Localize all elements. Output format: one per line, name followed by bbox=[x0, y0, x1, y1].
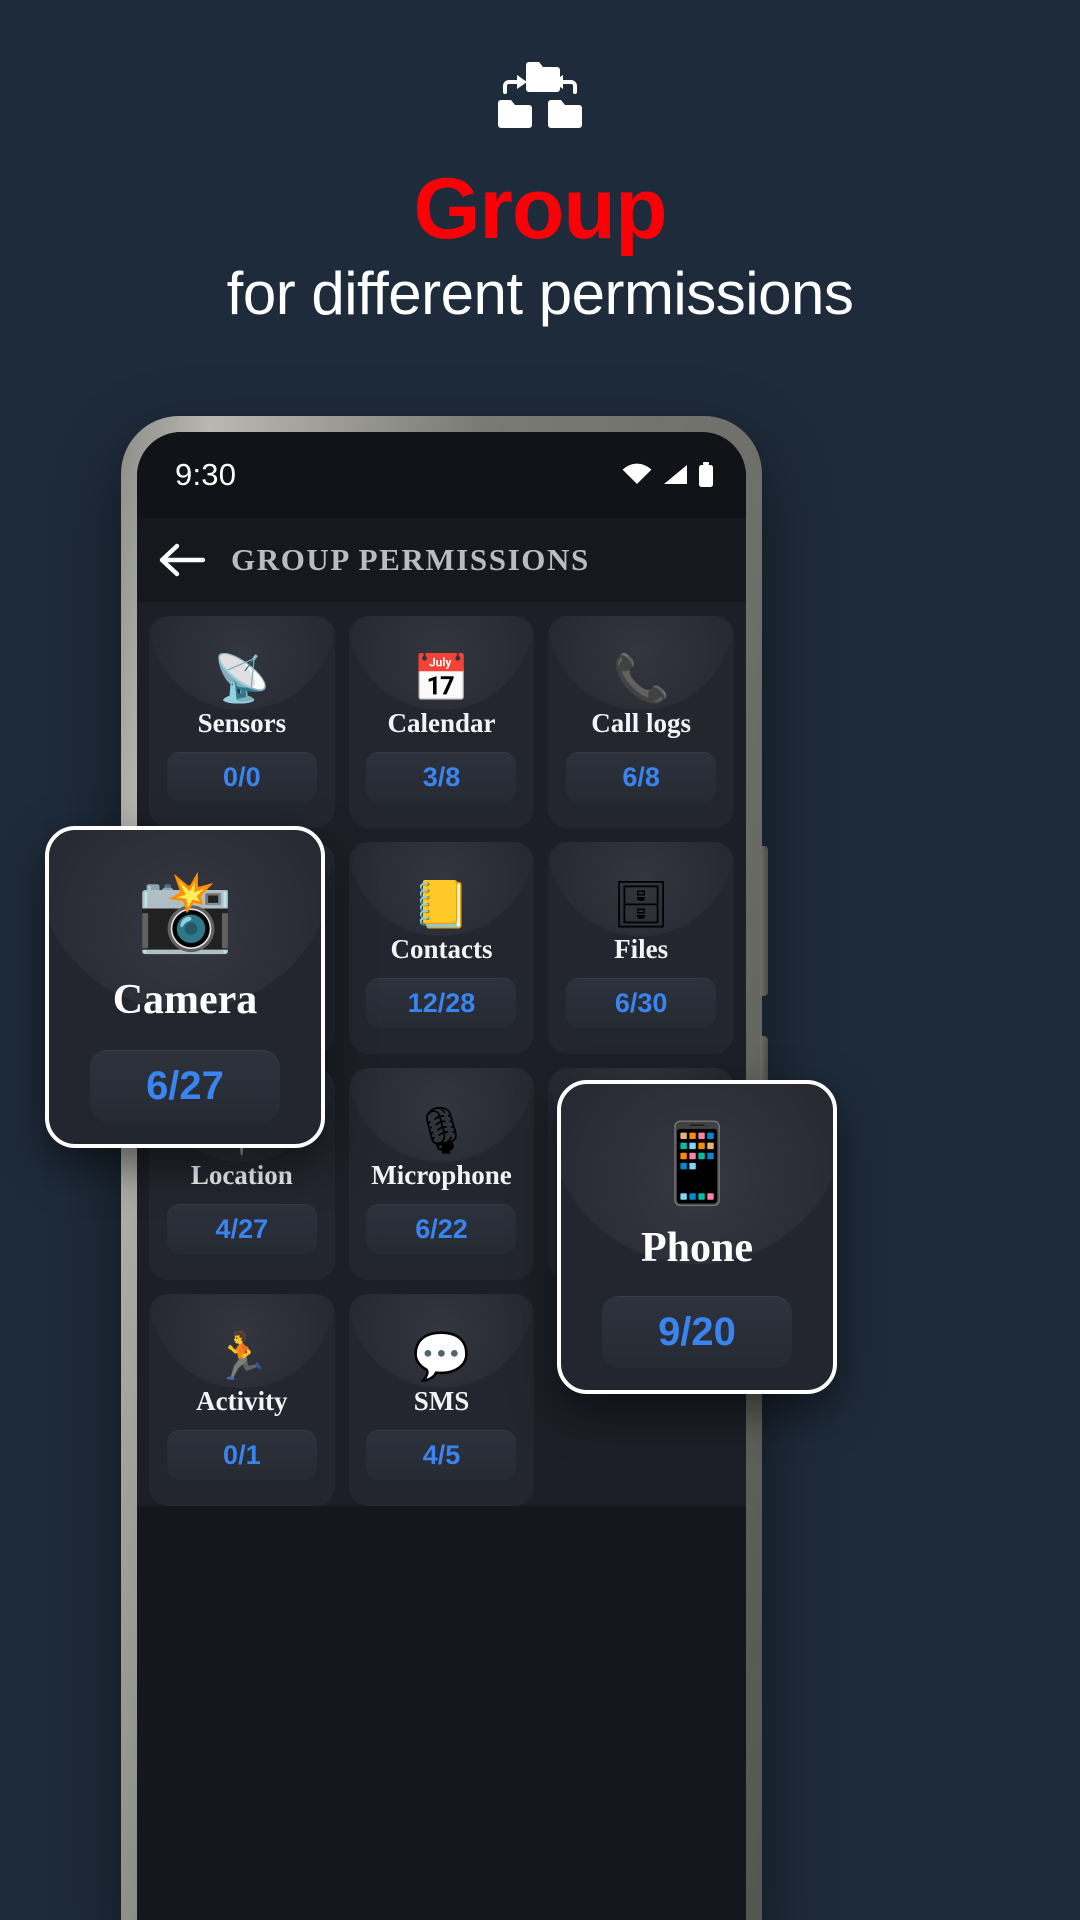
callout-label: Camera bbox=[112, 977, 258, 1023]
callout-label: Phone bbox=[640, 1225, 753, 1271]
status-bar: 9:30 bbox=[137, 432, 746, 518]
tile-count-badge[interactable]: 4/27 bbox=[166, 1204, 317, 1254]
tile-count-badge[interactable]: 6/22 bbox=[366, 1204, 517, 1254]
status-clock: 9:30 bbox=[175, 457, 237, 492]
phone-icon: 📱 bbox=[648, 1119, 746, 1207]
permission-tile[interactable]: 💬 SMS 4/5 bbox=[348, 1294, 535, 1506]
page-subtitle: for different permissions bbox=[226, 260, 854, 327]
camera-icon: 📸 bbox=[136, 867, 234, 955]
permission-tile[interactable]: 🎙 Microphone 6/22 bbox=[348, 1068, 535, 1280]
call-logs-icon: 📞 bbox=[612, 652, 670, 704]
app-bar: GROUP PERMISSIONS bbox=[137, 518, 746, 602]
calendar-icon: 📅 bbox=[412, 652, 471, 704]
tile-count-badge[interactable]: 6/30 bbox=[566, 978, 717, 1028]
permission-tile[interactable]: 📒 Contacts 12/28 bbox=[348, 842, 535, 1054]
status-icons bbox=[622, 462, 714, 488]
tile-label: SMS bbox=[413, 1386, 470, 1416]
tile-label: Location bbox=[190, 1160, 293, 1190]
permission-tile[interactable]: 📅 Calendar 3/8 bbox=[348, 616, 535, 828]
phone-volume-button bbox=[760, 846, 768, 996]
tile-label: Sensors bbox=[197, 708, 287, 738]
tile-label: Calendar bbox=[387, 708, 496, 738]
permission-tile[interactable]: 🗄 Files 6/30 bbox=[548, 842, 734, 1054]
sms-icon: 💬 bbox=[412, 1330, 471, 1382]
app-bar-title: GROUP PERMISSIONS bbox=[231, 542, 590, 577]
signal-icon bbox=[664, 465, 687, 484]
tile-count-badge[interactable]: 12/28 bbox=[366, 978, 517, 1028]
tile-label: Call logs bbox=[591, 708, 692, 738]
battery-icon bbox=[699, 462, 713, 487]
page-title: Group bbox=[413, 161, 668, 257]
callout-count-badge[interactable]: 9/20 bbox=[602, 1296, 792, 1368]
tile-label: Files bbox=[614, 934, 669, 964]
wifi-icon bbox=[622, 463, 652, 484]
sensors-icon: 📡 bbox=[213, 652, 271, 704]
tile-label: Microphone bbox=[371, 1160, 512, 1190]
tile-label: Activity bbox=[196, 1386, 288, 1416]
contacts-icon: 📒 bbox=[412, 878, 471, 930]
activity-icon: 🏃 bbox=[213, 1330, 271, 1382]
callout-count-badge[interactable]: 6/27 bbox=[90, 1050, 280, 1122]
microphone-icon: 🎙 bbox=[412, 1104, 471, 1156]
tile-count-badge[interactable]: 0/1 bbox=[166, 1430, 317, 1480]
tile-count-badge[interactable]: 0/0 bbox=[166, 752, 317, 802]
tile-label: Contacts bbox=[390, 934, 493, 964]
permission-tile[interactable]: 📞 Call logs 6/8 bbox=[548, 616, 734, 828]
callout-card-phone[interactable]: 📱 Phone 9/20 bbox=[557, 1080, 837, 1394]
permission-tile[interactable]: 🏃 Activity 0/1 bbox=[149, 1294, 335, 1506]
callout-card-camera[interactable]: 📸 Camera 6/27 bbox=[45, 826, 325, 1148]
promo-screenshot: Group for different permissions 9:30 GRO… bbox=[0, 0, 1080, 1920]
back-arrow-icon[interactable] bbox=[159, 542, 205, 578]
tile-count-badge[interactable]: 6/8 bbox=[566, 752, 717, 802]
files-icon: 🗄 bbox=[611, 878, 671, 930]
tile-count-badge[interactable]: 4/5 bbox=[366, 1430, 517, 1480]
folder-group-icon bbox=[0, 58, 1080, 132]
permission-tile[interactable]: 📡 Sensors 0/0 bbox=[149, 616, 335, 828]
tile-count-badge[interactable]: 3/8 bbox=[366, 752, 517, 802]
